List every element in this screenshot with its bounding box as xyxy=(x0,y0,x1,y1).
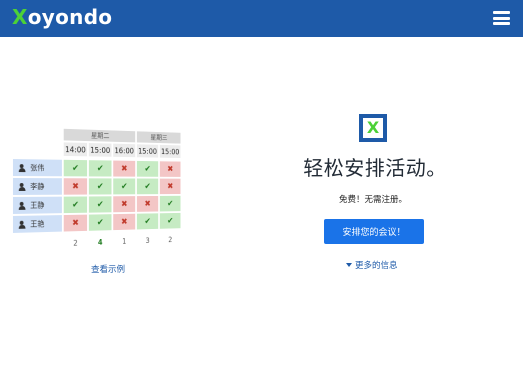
participant-name: 王艳 xyxy=(12,214,63,234)
participant-name: 张伟 xyxy=(12,158,63,178)
vote-no-icon: ✖ xyxy=(136,195,160,213)
vote-no-icon: ✖ xyxy=(112,212,137,232)
time-header: 15:00 xyxy=(87,142,113,158)
vote-no-icon: ✖ xyxy=(159,177,182,196)
vote-yes-icon: ✔ xyxy=(87,195,113,214)
vote-total: 2 xyxy=(73,238,78,248)
participant-name-label: 王静 xyxy=(30,200,45,210)
vote-no-icon: ✖ xyxy=(62,177,88,196)
vote-yes-icon: ✔ xyxy=(87,177,113,196)
time-header: 14:00 xyxy=(62,141,88,158)
vote-total: 1 xyxy=(122,236,127,246)
vote-yes-icon: ✔ xyxy=(87,159,113,178)
vote-total: 4 xyxy=(97,237,103,247)
vote-total: 2 xyxy=(168,235,173,244)
xoyondo-logo[interactable]: Xoyondo xyxy=(12,5,112,29)
vote-no-icon: ✖ xyxy=(112,159,137,178)
vote-yes-icon: ✔ xyxy=(112,177,137,196)
schedule-meeting-button[interactable]: 安排您的会议！ xyxy=(324,219,424,244)
hero-subline: 免费！无需注册。 xyxy=(338,195,407,205)
view-example-link[interactable]: 查看示例 xyxy=(91,263,125,275)
vote-total: 3 xyxy=(145,235,150,245)
participant-name-label: 王艳 xyxy=(30,219,45,229)
hamburger-icon[interactable] xyxy=(493,11,510,25)
user-icon xyxy=(18,220,26,228)
vote-yes-icon: ✔ xyxy=(62,158,88,178)
vote-yes-icon: ✔ xyxy=(87,213,113,232)
time-header: 16:00 xyxy=(112,142,137,159)
vote-no-icon: ✖ xyxy=(62,213,88,233)
vote-yes-icon: ✔ xyxy=(136,212,160,231)
participant-name-label: 张伟 xyxy=(30,163,45,173)
user-icon xyxy=(18,164,26,172)
time-header: 15:00 xyxy=(136,143,160,159)
vote-yes-icon: ✔ xyxy=(136,159,160,178)
participant-name-label: 李静 xyxy=(30,182,45,191)
user-icon xyxy=(18,183,26,191)
vote-yes-icon: ✔ xyxy=(62,195,88,215)
vote-no-icon: ✖ xyxy=(159,160,182,178)
more-info-label: 更多的信息 xyxy=(355,261,398,271)
example-poll-illustration: 星期二 星期三 14:00 15:00 16:00 15:00 15:00 张伟 ✔ ✔ ✖ ✔ ✖ 李静… xyxy=(12,126,186,247)
xoyondo-x-icon: X xyxy=(359,114,387,142)
day-header: 星期三 xyxy=(136,130,182,145)
user-icon xyxy=(18,201,26,209)
caret-down-icon xyxy=(346,263,352,267)
vote-no-icon: ✖ xyxy=(112,195,137,214)
participant-name: 王静 xyxy=(12,195,63,215)
vote-yes-icon: ✔ xyxy=(136,177,160,196)
top-navbar: Xoyondo xyxy=(0,0,523,37)
hero-headline: 轻松安排活动。 xyxy=(303,156,447,180)
vote-yes-icon: ✔ xyxy=(159,211,182,230)
vote-yes-icon: ✔ xyxy=(159,194,182,213)
more-info-link[interactable]: 更多的信息 xyxy=(346,259,398,271)
time-header: 15:00 xyxy=(159,143,182,159)
participant-name: 李静 xyxy=(12,177,63,196)
